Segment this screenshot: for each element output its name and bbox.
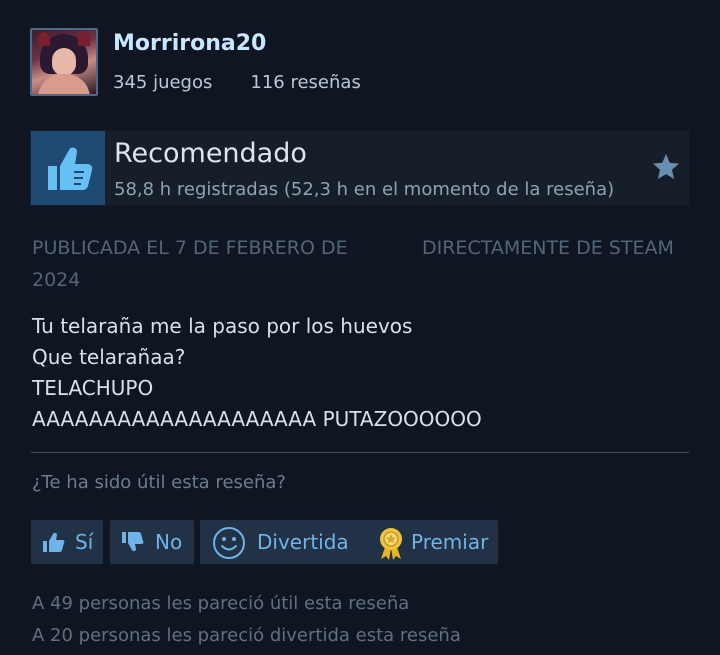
review-line: Que telarañaa? [32,345,186,369]
review-line: Tu telaraña me la paso por los huevos [32,314,413,338]
hours-played: 58,8 h registradas (52,3 h en el momento… [114,179,615,200]
vote-funny-button[interactable]: Divertida [200,520,390,564]
vote-yes-label: Sí [75,530,94,554]
vote-no-button[interactable]: No [110,520,194,564]
review-source: DIRECTAMENTE DE STEAM [422,237,674,259]
smiley-icon [213,527,245,559]
award-button[interactable]: Premiar [366,520,498,564]
thumbs-up-icon [31,131,105,205]
recommendation-title: Recomendado [114,138,307,169]
review-line: AAAAAAAAAAAAAAAAAAAA PUTAZOOOOOO [32,407,482,431]
avatar[interactable] [30,28,98,96]
vote-summary: A 49 personas les pareció útil esta rese… [32,588,461,652]
reviewer-profile: Morrirona20 345 juegos 116 reseñas [30,28,690,98]
helpful-count: A 49 personas les pareció útil esta rese… [32,593,410,614]
review-text: Tu telaraña me la paso por los huevos Qu… [32,311,682,435]
vote-funny-label: Divertida [257,530,349,554]
award-icon [380,528,402,560]
review-line: TELACHUPO [32,376,154,400]
username[interactable]: Morrirona20 [113,31,266,56]
thumbs-up-icon [43,532,65,552]
published-date: PUBLICADA EL 7 DE FEBRERO DE 2024 [32,237,348,291]
profile-stats: 345 juegos 116 reseñas [113,72,361,93]
vote-yes-button[interactable]: Sí [31,520,103,564]
helpful-question: ¿Te ha sido útil esta reseña? [32,472,286,493]
vote-no-label: No [155,530,183,554]
thumbs-down-icon [122,532,144,552]
award-label: Premiar [411,530,489,554]
funny-count: A 20 personas les pareció divertida esta… [32,625,461,646]
reviews-count[interactable]: 116 reseñas [250,72,360,93]
star-icon[interactable] [651,152,681,182]
recommendation-header: Recomendado 58,8 h registradas (52,3 h e… [30,130,689,206]
divider [31,452,689,453]
games-count[interactable]: 345 juegos [113,72,212,93]
